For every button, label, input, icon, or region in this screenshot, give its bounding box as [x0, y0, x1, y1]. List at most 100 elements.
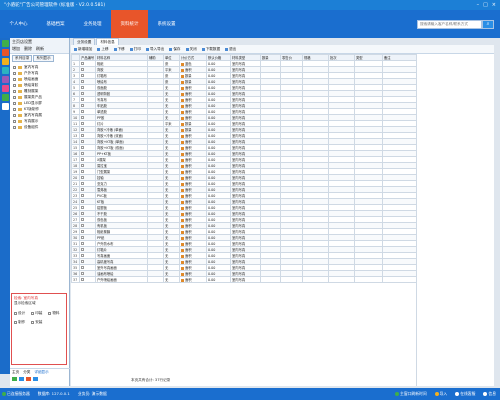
checkbox-icon[interactable] [13, 71, 16, 75]
checkbox-icon[interactable] [81, 151, 84, 155]
tab-series-display[interactable]: 系列显示 [33, 55, 54, 62]
checkbox-icon[interactable] [81, 139, 84, 143]
checkbox-icon[interactable] [81, 199, 84, 203]
nav-tab-0[interactable]: 个人中心 [0, 10, 37, 38]
nav-tab-3[interactable]: 资料统计 [111, 10, 148, 38]
checkbox-icon[interactable] [81, 91, 84, 95]
checkbox-icon[interactable] [13, 89, 16, 93]
checkbox-icon[interactable] [81, 247, 84, 251]
checkbox-icon[interactable] [13, 83, 16, 87]
doc-tab-materials[interactable]: 材料信息 [96, 38, 119, 45]
status-support[interactable]: 在线客服 [455, 391, 475, 397]
doc-tab-business[interactable]: 业务设置 [73, 38, 96, 45]
close-icon[interactable]: × [492, 2, 496, 8]
import-export-button[interactable]: 导入导出 [145, 47, 164, 52]
checkbox-icon[interactable] [81, 85, 84, 89]
checkbox-icon[interactable] [81, 61, 84, 65]
tab-detail[interactable]: 详细显示 [34, 370, 48, 375]
checkbox-icon[interactable] [13, 107, 16, 111]
checkbox-icon[interactable] [81, 235, 84, 239]
checkbox-icon[interactable] [81, 157, 84, 161]
status-info[interactable]: 信息 [483, 391, 496, 397]
filter-option[interactable]: 安装 [31, 320, 42, 325]
checkbox-icon[interactable] [81, 265, 84, 269]
checkbox-icon[interactable] [81, 271, 84, 275]
checkbox-icon[interactable] [81, 67, 84, 71]
module-icon[interactable] [1, 76, 9, 83]
search-input[interactable] [417, 19, 482, 29]
checkbox-icon[interactable] [13, 77, 16, 81]
checkbox-icon[interactable] [81, 181, 84, 185]
remove-icon[interactable] [26, 377, 31, 381]
module-icon[interactable] [1, 85, 9, 92]
move-up-button[interactable]: 上移 [97, 47, 109, 52]
download-button[interactable]: 下载数据 [201, 47, 220, 52]
module-icon[interactable] [1, 94, 9, 101]
checkbox-icon[interactable] [81, 211, 84, 215]
checkbox-icon[interactable] [81, 205, 84, 209]
refresh-button[interactable]: 刷新 [36, 46, 44, 52]
tab-series-catalog[interactable]: 系列目录 [12, 55, 33, 62]
checkbox-icon[interactable] [81, 163, 84, 167]
checkbox-icon[interactable] [13, 95, 16, 99]
checkbox-icon[interactable] [81, 97, 84, 101]
close-button[interactable]: 关闭 [185, 47, 197, 52]
maximize-icon[interactable]: □ [483, 2, 488, 8]
add-icon[interactable] [12, 377, 17, 381]
checkbox-icon[interactable] [81, 277, 84, 281]
filter-option[interactable]: 印装 [31, 311, 42, 316]
move-icon[interactable] [33, 377, 38, 381]
tab-home[interactable]: 主页 [12, 370, 19, 375]
home-settings-button[interactable]: 主页店设置 [12, 39, 32, 45]
checkbox-icon[interactable] [13, 119, 16, 123]
tab-category[interactable]: 分类 [23, 370, 30, 375]
module-icon[interactable] [1, 49, 9, 56]
checkbox-icon[interactable] [81, 115, 84, 119]
module-icon[interactable] [1, 67, 9, 74]
filter-option[interactable]: 物料 [48, 311, 60, 316]
add-button[interactable]: 增加 [12, 46, 20, 52]
checkbox-icon[interactable] [81, 103, 84, 107]
checkbox-icon[interactable] [81, 133, 84, 137]
search-icon[interactable]: ⌕ [482, 19, 494, 29]
filter-option[interactable]: 制作 [14, 320, 25, 325]
checkbox-icon[interactable] [13, 125, 16, 129]
module-icon[interactable] [1, 103, 9, 110]
checkbox-icon[interactable] [13, 101, 16, 105]
table-row[interactable]: 37 户外喷绘画面 无面积 0.00 室内写真 [71, 276, 417, 283]
checkbox-icon[interactable] [81, 241, 84, 245]
tree-item[interactable]: 设备组件 [13, 124, 66, 130]
checkbox-icon[interactable] [81, 121, 84, 125]
save-button[interactable]: 保存 [169, 47, 181, 52]
checkbox-icon[interactable] [13, 113, 16, 117]
edit-icon[interactable] [19, 377, 24, 381]
nav-tab-2[interactable]: 业务处理 [74, 10, 111, 38]
checkbox-icon[interactable] [81, 187, 84, 191]
checkbox-icon[interactable] [81, 127, 84, 131]
checkbox-icon[interactable] [81, 193, 84, 197]
checkbox-icon[interactable] [81, 73, 84, 77]
checkbox-icon[interactable] [81, 253, 84, 257]
checkbox-icon[interactable] [81, 229, 84, 233]
checkbox-icon[interactable] [81, 79, 84, 83]
delete-button[interactable]: 删除 [24, 46, 32, 52]
print-button[interactable]: 打印 [129, 47, 141, 52]
checkbox-icon[interactable] [81, 109, 84, 113]
nav-tab-1[interactable]: 基础档案 [37, 10, 74, 38]
checkbox-icon[interactable] [81, 259, 84, 263]
checkbox-icon[interactable] [81, 169, 84, 173]
checkbox-icon[interactable] [13, 65, 16, 69]
new-button[interactable]: 新增增加 [74, 47, 92, 52]
module-icon[interactable] [1, 40, 9, 47]
checkbox-icon[interactable] [81, 217, 84, 221]
checkbox-icon[interactable] [81, 145, 84, 149]
filter-option[interactable]: 设计 [14, 311, 25, 316]
status-import[interactable]: 导入 [434, 391, 447, 397]
checkbox-icon[interactable] [81, 223, 84, 227]
nav-tab-4[interactable]: 系统设置 [148, 10, 185, 38]
module-icon[interactable] [1, 58, 9, 65]
minimize-icon[interactable]: – [477, 2, 480, 8]
row-checkbox-cell[interactable] [79, 276, 96, 283]
column-header[interactable]: 产品编号 [79, 54, 96, 61]
exit-button[interactable]: 退出 [225, 47, 236, 52]
